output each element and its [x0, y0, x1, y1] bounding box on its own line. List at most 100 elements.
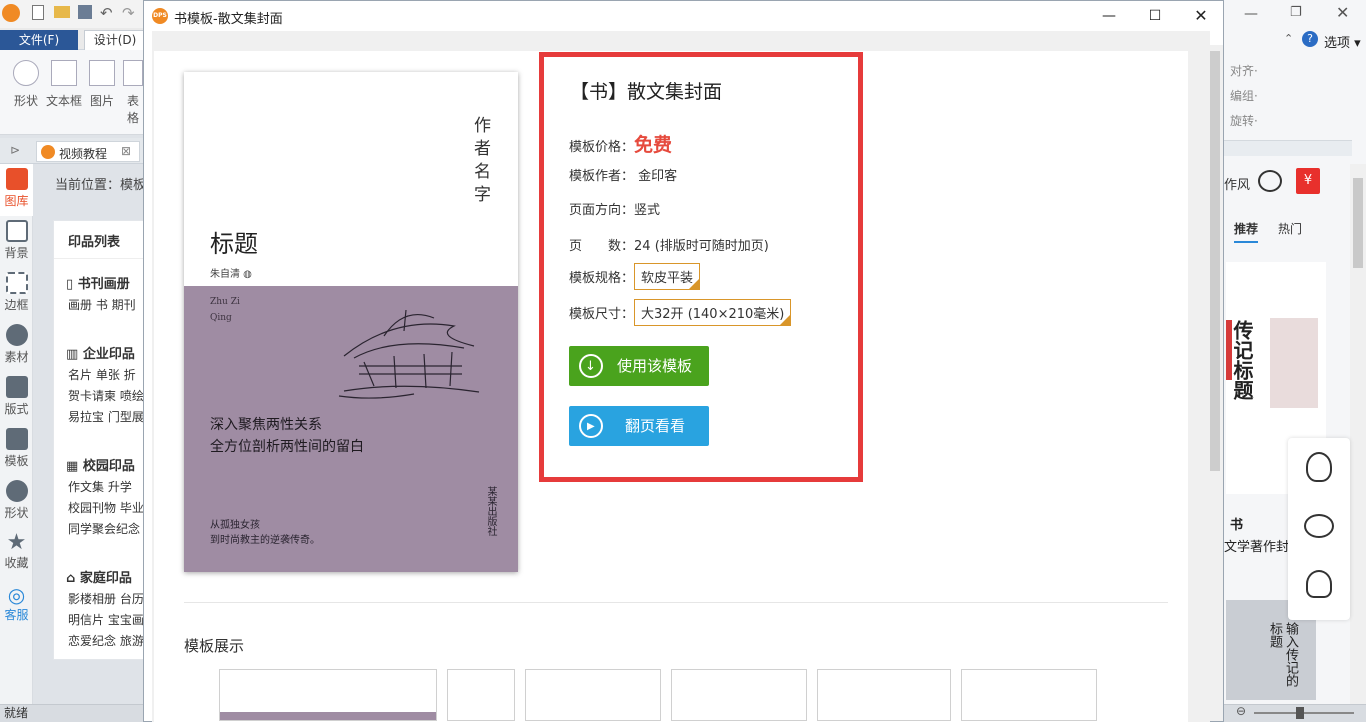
tulip-icon — [5, 324, 28, 346]
close-tab-icon[interactable]: ⊠ — [121, 144, 131, 158]
list-item[interactable]: 画册 书 期刊 — [54, 292, 144, 313]
align-menu[interactable]: 对齐· — [1230, 62, 1258, 79]
dps-icon — [41, 145, 55, 159]
divider — [184, 602, 1168, 603]
wind-text: 作风 — [1224, 178, 1251, 193]
list-item[interactable]: 校园刊物 毕业 — [54, 495, 144, 516]
pavilion-sketch-icon — [338, 309, 480, 399]
nav-service[interactable]: ◎ 客服 — [0, 580, 33, 632]
redo-icon[interactable]: ↷ — [122, 4, 135, 22]
group-menu[interactable]: 编组· — [1230, 87, 1258, 104]
flower-shape-icon — [5, 480, 28, 502]
use-template-button[interactable]: ↓ 使用该模板 — [569, 346, 709, 386]
spec-select[interactable]: 软皮平装 — [634, 263, 701, 290]
scroll-thumb[interactable] — [1210, 51, 1220, 471]
showcase-page-6[interactable] — [961, 669, 1097, 721]
shape-tool[interactable]: 形状 — [8, 60, 44, 109]
zoom-thumb[interactable] — [1296, 707, 1304, 719]
nav-gallery[interactable]: 图库 — [0, 164, 33, 216]
help-icon[interactable]: ? — [1302, 31, 1318, 47]
close-app-icon[interactable]: ✕ — [1336, 3, 1349, 22]
tab-hot[interactable]: 热门 — [1278, 220, 1302, 237]
textbox-tool[interactable]: 文本框 — [46, 60, 82, 109]
showcase-page-5[interactable] — [817, 669, 951, 721]
section-enterprise[interactable]: ▥ 企业印品 — [54, 335, 144, 362]
nav-shape[interactable]: 形状 — [0, 476, 33, 528]
doc-tab-video[interactable]: 视频教程 ⊠ — [36, 141, 140, 162]
ribbon-bottom — [1224, 140, 1352, 156]
flip-preview-button[interactable]: ▶ 翻页看看 — [569, 406, 709, 446]
minimize-app-icon[interactable]: — — [1244, 6, 1258, 22]
section-family[interactable]: ⌂ 家庭印品 — [54, 559, 144, 586]
file-menu[interactable]: 文件(F) — [0, 30, 78, 50]
headset-icon[interactable] — [1306, 570, 1332, 598]
qq-icon[interactable] — [1306, 452, 1332, 482]
tab-recommend[interactable]: 推荐 — [1234, 220, 1259, 243]
size-select[interactable]: 大32开 (140×210毫米) — [634, 299, 792, 326]
list-item[interactable]: 明信片 宝宝画 — [54, 607, 144, 628]
service-float-bar — [1288, 438, 1350, 620]
zoom-slider[interactable]: ⊖ — [1230, 704, 1360, 720]
author-row: 模板作者： 金印客 — [569, 169, 678, 184]
pages-row: 页 数：24 (排版时可随时加页) — [569, 239, 769, 254]
section-books[interactable]: ▯ 书刊画册 — [54, 265, 144, 292]
maximize-button[interactable]: ☐ — [1132, 3, 1178, 29]
nav-template[interactable]: 模板 — [0, 424, 33, 476]
template-dialog: DPS 书模板-散文集封面 — ☐ ✕ 作者名字 标题 朱自清 ◍ Zhu Zi… — [143, 0, 1224, 722]
cover-slogan: 深入聚焦两性关系 全方位剖析两性间的留白 — [210, 417, 364, 455]
nav-layout[interactable]: 版式 — [0, 372, 33, 424]
thumb-title: 传记标题 — [1230, 320, 1254, 400]
showcase-label: 模板展示 — [184, 637, 245, 655]
save-icon[interactable] — [78, 5, 92, 19]
dialog-scrollbar[interactable] — [1207, 45, 1223, 721]
picture-tool[interactable]: 图片 — [84, 60, 120, 109]
showcase-page-4[interactable] — [671, 669, 807, 721]
collapse-ribbon-icon[interactable]: ⌃ — [1284, 32, 1293, 45]
list-item[interactable]: 同学聚会纪念 — [54, 516, 144, 537]
right-scrollbar[interactable] — [1350, 164, 1366, 704]
list-item[interactable]: 作文集 升学 — [54, 474, 144, 495]
thumb-caption-2: 文学著作封 — [1224, 540, 1290, 555]
list-item[interactable]: 贺卡请柬 喷绘 — [54, 383, 144, 404]
showcase-page-3[interactable] — [525, 669, 661, 721]
list-item[interactable]: 易拉宝 门型展 — [54, 404, 144, 425]
list-item[interactable]: 影楼相册 台历 — [54, 586, 144, 607]
table-tool[interactable]: 表格 — [122, 60, 144, 126]
showcase-page-2[interactable] — [447, 669, 515, 721]
minimize-button[interactable]: — — [1086, 3, 1132, 29]
list-item[interactable]: 恋爱纪念 旅游 — [54, 628, 144, 649]
restore-app-icon[interactable]: ❐ — [1290, 5, 1302, 20]
close-button[interactable]: ✕ — [1178, 3, 1224, 29]
template-title: 【书】散文集封面 — [570, 81, 723, 103]
breadcrumb: 当前位置：模板 — [55, 178, 147, 193]
rotate-menu[interactable]: 旋转· — [1230, 112, 1258, 129]
new-file-icon[interactable] — [32, 5, 44, 20]
play-icon: ▶ — [579, 414, 603, 438]
collapse-icon[interactable]: ⊳ — [10, 143, 20, 157]
open-folder-icon[interactable] — [54, 6, 70, 18]
nav-border[interactable]: 边框 — [0, 268, 33, 320]
nav-material[interactable]: 素材 — [0, 320, 33, 372]
red-packet-icon[interactable]: ¥ — [1296, 168, 1320, 194]
undo-icon[interactable]: ↶ — [100, 4, 113, 22]
size-row: 模板尺寸： 大32开 (140×210毫米) — [569, 299, 792, 326]
dialog-title: 书模板-散文集封面 — [174, 12, 283, 27]
zoom-out-icon[interactable]: ⊖ — [1236, 704, 1246, 718]
cover-heading: 标题 — [210, 230, 258, 258]
thumb-title-2: 输入传记的标题 — [1267, 622, 1298, 687]
thumb-caption-1: 书 — [1230, 518, 1244, 533]
list-item[interactable]: 名片 单张 折 — [54, 362, 144, 383]
design-tab[interactable]: 设计(D) — [84, 30, 146, 50]
chat-bubble-icon[interactable] — [1258, 170, 1282, 192]
nav-background[interactable]: 背景 — [0, 216, 33, 268]
wechat-icon[interactable] — [1304, 514, 1334, 538]
options-menu[interactable]: 选项 ▾ — [1324, 32, 1361, 51]
document-tabs: ⊳ 视频教程 ⊠ — [0, 138, 146, 164]
cover-subname: 朱自清 ◍ — [210, 269, 252, 280]
chat-service-icon: ◎ — [7, 583, 26, 607]
section-campus[interactable]: ▦ 校园印品 — [54, 447, 144, 474]
shape-icon — [13, 60, 39, 86]
nav-favorite[interactable]: ★ 收藏 — [0, 528, 33, 580]
showcase-page-1[interactable] — [219, 669, 437, 721]
background-icon — [5, 220, 28, 242]
